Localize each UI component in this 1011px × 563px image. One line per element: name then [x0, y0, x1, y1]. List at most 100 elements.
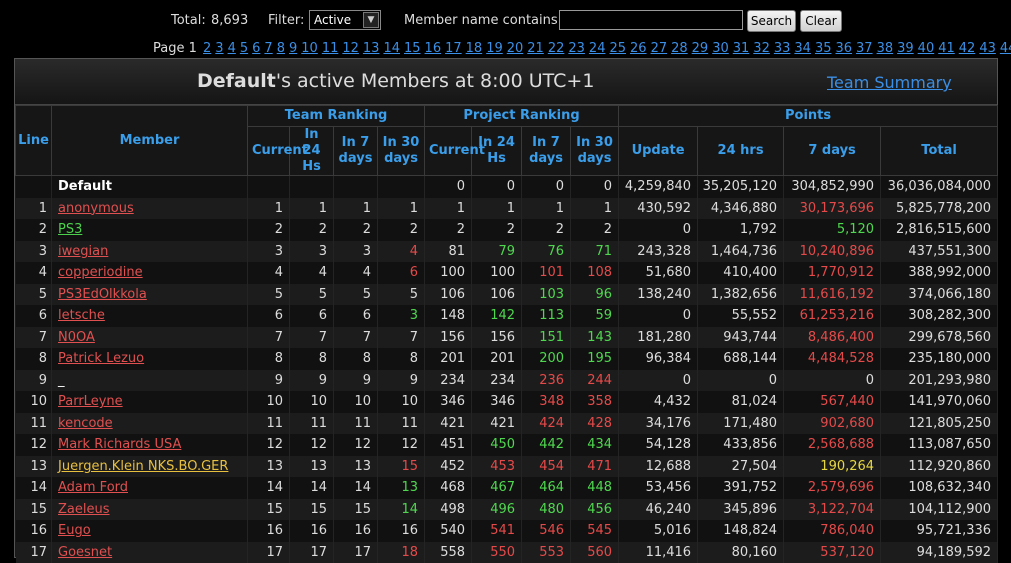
- page-link[interactable]: 41: [938, 41, 955, 56]
- filter-select[interactable]: Active ▼: [309, 10, 381, 30]
- page-link[interactable]: 38: [877, 41, 894, 56]
- member-link[interactable]: Adam Ford: [58, 480, 128, 495]
- member-link[interactable]: Patrick Lezuo: [58, 351, 144, 366]
- page-link[interactable]: 23: [568, 41, 585, 56]
- page-link[interactable]: 32: [753, 41, 770, 56]
- page-link[interactable]: 24: [589, 41, 606, 56]
- line-number-cell: 13: [16, 456, 52, 478]
- page-link[interactable]: 4: [228, 41, 236, 56]
- points-cell: 235,180,000: [881, 348, 998, 370]
- header-line[interactable]: Line: [16, 106, 52, 176]
- header-points-7d[interactable]: 7 days: [784, 127, 881, 176]
- page-link[interactable]: 34: [794, 41, 811, 56]
- page-link[interactable]: 44: [1000, 41, 1011, 56]
- header-project-30d[interactable]: In 30 days: [571, 127, 619, 176]
- page-link[interactable]: 36: [835, 41, 852, 56]
- page-link[interactable]: 11: [322, 41, 339, 56]
- clear-button[interactable]: Clear: [800, 10, 842, 32]
- member-link[interactable]: Goesnet: [58, 545, 112, 560]
- page-link[interactable]: 40: [918, 41, 935, 56]
- page-link[interactable]: 30: [712, 41, 729, 56]
- page-link[interactable]: 14: [383, 41, 400, 56]
- page-link[interactable]: 15: [404, 41, 421, 56]
- header-team-7d[interactable]: In 7 days: [334, 127, 378, 176]
- page-link[interactable]: 35: [815, 41, 832, 56]
- team-rank-cell: 15: [378, 456, 425, 478]
- page-link[interactable]: 22: [548, 41, 565, 56]
- page-link[interactable]: 31: [733, 41, 750, 56]
- line-number-cell: 9: [16, 370, 52, 392]
- member-name-input[interactable]: [559, 10, 743, 30]
- header-team-30d[interactable]: In 30 days: [378, 127, 425, 176]
- member-link[interactable]: letsche: [58, 308, 105, 323]
- points-cell: 10,240,896: [784, 241, 881, 263]
- project-rank-cell: 541: [472, 520, 522, 542]
- table-row: 7N0OA7777156156151143181,280943,7448,486…: [16, 327, 998, 349]
- project-rank-cell: 453: [472, 456, 522, 478]
- team-rank-cell: 9: [334, 370, 378, 392]
- page-link[interactable]: 12: [342, 41, 359, 56]
- member-link[interactable]: PS3EdOlkkola: [58, 287, 147, 302]
- member-link[interactable]: Zaeleus: [58, 502, 110, 517]
- line-number-cell: 11: [16, 413, 52, 435]
- page-link[interactable]: 42: [959, 41, 976, 56]
- page-link[interactable]: 39: [897, 41, 914, 56]
- member-link[interactable]: iwegian: [58, 244, 108, 259]
- member-cell: Mark Richards USA: [52, 434, 248, 456]
- header-project-current[interactable]: Current: [425, 127, 472, 176]
- member-link[interactable]: anonymous: [58, 201, 134, 216]
- project-rank-cell: 244: [571, 370, 619, 392]
- page-link[interactable]: 13: [363, 41, 380, 56]
- page-link[interactable]: 5: [240, 41, 248, 56]
- page-link[interactable]: 10: [301, 41, 318, 56]
- member-link[interactable]: Mark Richards USA: [58, 437, 181, 452]
- search-button[interactable]: Search: [747, 10, 796, 32]
- page-link[interactable]: 16: [425, 41, 442, 56]
- team-summary-link[interactable]: Team Summary: [827, 73, 952, 92]
- header-team-current[interactable]: Current: [248, 127, 290, 176]
- header-points-total[interactable]: Total: [881, 127, 998, 176]
- line-number-cell: 1: [16, 198, 52, 220]
- page-link[interactable]: 26: [630, 41, 647, 56]
- project-rank-cell: 498: [425, 499, 472, 521]
- member-link[interactable]: PS3: [58, 222, 82, 237]
- page-link[interactable]: 3: [215, 41, 223, 56]
- page-link[interactable]: 19: [486, 41, 503, 56]
- panel-header: Default's active Members at 8:00 UTC+1 T…: [15, 59, 997, 105]
- points-cell: 374,066,180: [881, 284, 998, 306]
- team-rank-cell: 14: [290, 477, 334, 499]
- page-link[interactable]: 7: [264, 41, 272, 56]
- header-member[interactable]: Member: [52, 106, 248, 176]
- member-link[interactable]: N0OA: [58, 330, 95, 345]
- chevron-down-icon[interactable]: ▼: [363, 12, 379, 28]
- page-link[interactable]: 2: [203, 41, 211, 56]
- page-link[interactable]: 29: [692, 41, 709, 56]
- page-link[interactable]: 33: [774, 41, 791, 56]
- page-link[interactable]: 27: [651, 41, 668, 56]
- page-link[interactable]: 9: [289, 41, 297, 56]
- header-points-update[interactable]: Update: [619, 127, 698, 176]
- total-value: 8,693: [211, 13, 248, 28]
- page-link[interactable]: 8: [277, 41, 285, 56]
- member-link[interactable]: Eugo: [58, 523, 91, 538]
- page-link[interactable]: 28: [671, 41, 688, 56]
- page-link[interactable]: 6: [252, 41, 260, 56]
- member-link[interactable]: Juergen.Klein NKS.BO.GER: [58, 459, 228, 474]
- header-points-24h[interactable]: 24 hrs: [698, 127, 784, 176]
- page-link[interactable]: 25: [609, 41, 626, 56]
- page-link[interactable]: 17: [445, 41, 462, 56]
- header-project-7d[interactable]: In 7 days: [522, 127, 571, 176]
- points-cell: 4,432: [619, 391, 698, 413]
- member-link[interactable]: _: [58, 373, 65, 388]
- member-link[interactable]: ParrLeyne: [58, 394, 123, 409]
- points-cell: 112,920,860: [881, 456, 998, 478]
- member-link[interactable]: copperiodine: [58, 265, 143, 280]
- page-link[interactable]: 18: [466, 41, 483, 56]
- member-link[interactable]: kencode: [58, 416, 113, 431]
- page-link[interactable]: 20: [507, 41, 524, 56]
- points-cell: 1,770,912: [784, 262, 881, 284]
- page-link[interactable]: 37: [856, 41, 873, 56]
- page-link[interactable]: 43: [979, 41, 996, 56]
- points-cell: 8,486,400: [784, 327, 881, 349]
- page-link[interactable]: 21: [527, 41, 544, 56]
